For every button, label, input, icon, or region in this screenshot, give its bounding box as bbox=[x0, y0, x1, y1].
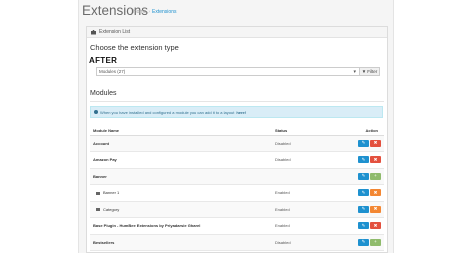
install-button[interactable]: + bbox=[370, 172, 381, 180]
module-name-text: Category bbox=[103, 206, 120, 212]
module-name-text: Amazon Pay bbox=[93, 157, 117, 163]
pencil-icon: ✎ bbox=[361, 156, 366, 162]
module-status: Enabled bbox=[272, 217, 324, 235]
modules-table: Module Name Status Action Account Disable… bbox=[90, 126, 384, 251]
module-actions: ✎ + bbox=[324, 168, 384, 185]
module-name: Banner bbox=[90, 168, 272, 185]
module-name-text: Banner 1 bbox=[103, 190, 120, 196]
pencil-icon: ✎ bbox=[361, 189, 366, 195]
panel-heading-label: Extension List bbox=[99, 29, 131, 35]
breadcrumb-home[interactable]: Home bbox=[133, 9, 146, 15]
module-actions: ✎ ✖ bbox=[324, 217, 384, 235]
table-row: Account Disabled ✎ ✖ bbox=[90, 135, 384, 152]
uninstall-button[interactable]: ✖ bbox=[370, 189, 381, 197]
table-row: Banner 1 Enabled ✎ ✖ bbox=[90, 184, 384, 202]
plus-circle-icon: + bbox=[374, 173, 377, 178]
module-name: Category bbox=[90, 201, 272, 218]
minus-circle-icon: ✖ bbox=[373, 206, 378, 211]
table-row: Category Enabled ✎ ✖ bbox=[90, 201, 384, 218]
filter-row: Modules (27) ▾ ▼ Filter bbox=[96, 67, 380, 76]
breadcrumb: Home › Extensions bbox=[133, 9, 176, 15]
divider bbox=[90, 101, 384, 102]
puzzle-icon bbox=[91, 29, 96, 35]
info-icon bbox=[94, 110, 98, 114]
edit-button[interactable]: ✎ bbox=[358, 205, 369, 213]
folder-icon bbox=[96, 191, 100, 195]
select-value: Modules (27) bbox=[99, 69, 126, 74]
filter-icon: ▼ bbox=[361, 69, 367, 74]
module-actions: ✎ ✖ bbox=[324, 151, 384, 169]
uninstall-button[interactable]: ✖ bbox=[370, 205, 381, 213]
after-label: AFTER bbox=[89, 56, 118, 65]
module-status: Enabled bbox=[272, 201, 324, 218]
info-text: When you have installed and configured a… bbox=[100, 109, 235, 115]
module-name: Base Plugin - HumBee Extensions by Priya… bbox=[90, 217, 272, 235]
pencil-icon: ✎ bbox=[361, 173, 366, 178]
uninstall-button[interactable]: ✖ bbox=[370, 222, 381, 230]
chevron-down-icon: ▾ bbox=[353, 68, 356, 75]
minus-circle-icon: ✖ bbox=[373, 156, 378, 162]
filter-button[interactable]: ▼ Filter bbox=[360, 67, 380, 76]
breadcrumb-extensions[interactable]: Extensions bbox=[152, 9, 176, 15]
module-status: Disabled bbox=[272, 234, 324, 251]
module-name: Bestsellers bbox=[90, 234, 272, 251]
module-status: Disabled bbox=[272, 151, 324, 169]
module-name-text: Account bbox=[93, 140, 109, 146]
edit-button[interactable]: ✎ bbox=[358, 156, 369, 164]
pencil-icon: ✎ bbox=[361, 206, 366, 211]
info-alert: When you have installed and configured a… bbox=[90, 106, 383, 118]
breadcrumb-separator: › bbox=[148, 9, 151, 15]
minus-circle-icon: ✖ bbox=[373, 140, 378, 145]
uninstall-button[interactable]: ✖ bbox=[370, 156, 381, 164]
section-title: Modules bbox=[90, 90, 117, 97]
panel-heading: Extension List bbox=[87, 27, 387, 38]
column-header-action: Action bbox=[324, 126, 384, 136]
column-header-name[interactable]: Module Name bbox=[90, 126, 272, 136]
edit-button[interactable]: ✎ bbox=[358, 222, 369, 230]
column-header-status: Status bbox=[272, 126, 324, 136]
plus-circle-icon: + bbox=[374, 239, 377, 244]
table-row: Base Plugin - HumBee Extensions by Priya… bbox=[90, 217, 384, 235]
module-status: Enabled bbox=[272, 184, 324, 202]
pencil-icon: ✎ bbox=[361, 222, 366, 228]
minus-circle-icon: ✖ bbox=[373, 189, 378, 195]
table-row: Bestsellers Disabled ✎ + bbox=[90, 234, 384, 251]
table-header-row: Module Name Status Action bbox=[90, 126, 384, 136]
folder-icon bbox=[96, 208, 100, 212]
module-actions: ✎ ✖ bbox=[324, 184, 384, 202]
minus-circle-icon: ✖ bbox=[373, 222, 378, 228]
edit-button[interactable]: ✎ bbox=[358, 139, 369, 147]
edit-button[interactable]: ✎ bbox=[358, 238, 369, 246]
module-actions: ✎ ✖ bbox=[324, 201, 384, 218]
module-name-text: Bestsellers bbox=[93, 239, 115, 245]
extension-type-select[interactable]: Modules (27) ▾ bbox=[96, 67, 360, 76]
info-link[interactable]: here! bbox=[236, 110, 246, 115]
module-actions: ✎ + bbox=[324, 234, 384, 251]
table-row: Amazon Pay Disabled ✎ ✖ bbox=[90, 151, 384, 169]
table-row: Banner ✎ + bbox=[90, 168, 384, 185]
module-name-text: Banner bbox=[93, 173, 107, 179]
module-status bbox=[272, 168, 324, 185]
module-name: Account bbox=[90, 135, 272, 152]
module-name-text: Base Plugin - HumBee Extensions by Priya… bbox=[93, 223, 201, 229]
pencil-icon: ✎ bbox=[361, 140, 366, 145]
edit-button[interactable]: ✎ bbox=[358, 172, 369, 180]
extension-list-panel: Extension List Choose the extension type… bbox=[86, 26, 388, 253]
install-button[interactable]: + bbox=[370, 238, 381, 246]
module-status: Disabled bbox=[272, 135, 324, 152]
filter-button-label: Filter bbox=[367, 69, 378, 74]
module-name: Amazon Pay bbox=[90, 151, 272, 169]
edit-button[interactable]: ✎ bbox=[358, 189, 369, 197]
choose-type-label: Choose the extension type bbox=[90, 43, 179, 52]
uninstall-button[interactable]: ✖ bbox=[370, 139, 381, 147]
module-actions: ✎ ✖ bbox=[324, 135, 384, 152]
module-name: Banner 1 bbox=[90, 184, 272, 202]
pencil-icon: ✎ bbox=[361, 239, 366, 244]
